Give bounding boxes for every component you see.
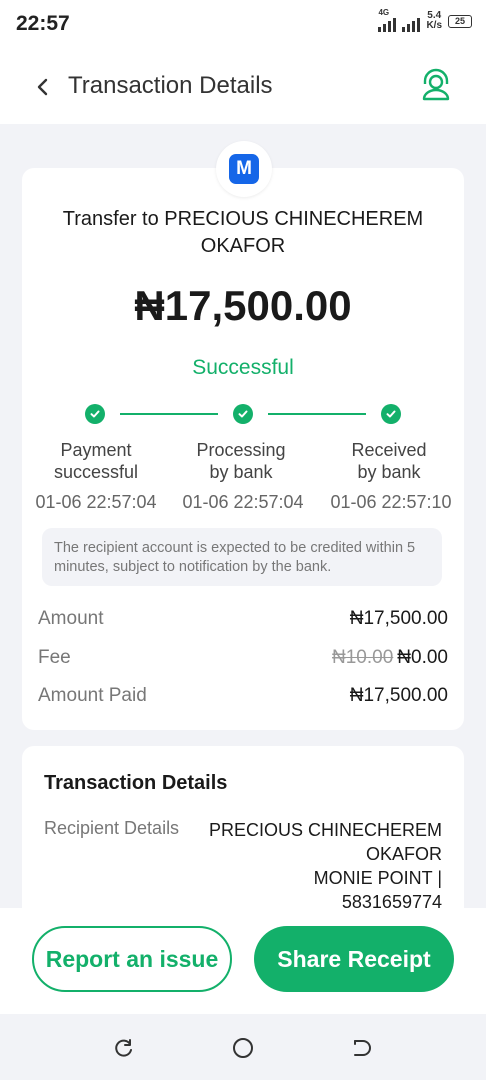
recipient-name: PRECIOUS CHINECHEREM OKAFOR	[208, 820, 442, 864]
report-issue-button[interactable]: Report an issue	[32, 926, 232, 992]
check-circle-icon	[233, 404, 253, 424]
fee-value: ₦0.00	[397, 647, 448, 668]
timeline-connector	[268, 413, 366, 415]
network-speed: 5.4 K/s	[426, 11, 442, 31]
timeline-connector	[120, 413, 218, 415]
step-label-line: Received	[351, 440, 427, 460]
fee-value-group: ₦10.00 ₦0.00	[332, 647, 448, 669]
fee-original: ₦10.00	[332, 647, 394, 668]
amount-paid-value: ₦17,500.00	[349, 685, 448, 706]
timeline-step-time: 01-06 22:57:04	[182, 492, 304, 512]
amount-row: Amount ₦17,500.00	[38, 608, 448, 630]
recipient-bank: MONIE POINT |	[313, 868, 442, 888]
timeline-step-label: Processing by bank	[166, 439, 316, 483]
signal-icon	[402, 16, 421, 32]
system-nav-bar	[0, 1014, 486, 1080]
step-label-line: successful	[53, 462, 139, 482]
battery-level: 25	[454, 15, 465, 26]
timeline-step-label: Received by bank	[314, 439, 464, 483]
timeline-step-label: Payment successful	[21, 439, 171, 483]
step-label-line: Payment	[60, 440, 132, 460]
bank-logo: M	[216, 141, 272, 197]
transfer-amount: ₦17,500.00	[134, 282, 352, 329]
home-icon[interactable]	[232, 1037, 254, 1059]
recipient-heading: Transfer to PRECIOUS CHINECHEREM OKAFOR	[62, 208, 424, 257]
amount-value: ₦17,500.00	[349, 608, 448, 629]
fee-row: Fee ₦10.00 ₦0.00	[38, 647, 448, 669]
share-receipt-button[interactable]: Share Receipt	[254, 926, 454, 992]
step-label-line: by bank	[209, 462, 273, 482]
amount-paid-row: Amount Paid ₦17,500.00	[38, 685, 448, 707]
network-type: 4G	[378, 8, 390, 17]
amount-label: Amount	[38, 608, 104, 629]
timeline-step-time: 01-06 22:57:10	[330, 492, 452, 512]
check-circle-icon	[85, 404, 105, 424]
recipient-details-value: PRECIOUS CHINECHEREM OKAFOR MONIE POINT …	[202, 818, 442, 914]
battery-icon: 25	[448, 14, 472, 28]
chevron-left-icon[interactable]	[32, 76, 54, 98]
recent-apps-icon[interactable]	[114, 1038, 134, 1058]
status-icons: 4G 5.4 K/s 25	[378, 8, 472, 32]
timeline-step-time: 01-06 22:57:04	[35, 492, 157, 512]
back-nav-icon[interactable]	[352, 1038, 372, 1058]
fee-label: Fee	[38, 647, 71, 668]
amount-paid-label: Amount Paid	[38, 685, 147, 706]
status-time: 22:57	[16, 12, 70, 35]
speed-unit: K/s	[426, 20, 442, 31]
moniepoint-logo: M	[229, 154, 259, 184]
signal-4g-icon: 4G	[378, 8, 397, 32]
recipient-details-label: Recipient Details	[44, 818, 180, 838]
status-text: Successful	[192, 356, 294, 379]
page-title: Transaction Details	[68, 72, 273, 99]
check-circle-icon	[381, 404, 401, 424]
credit-notice: The recipient account is expected to be …	[42, 528, 442, 586]
status-bar: 22:57 4G 5.4 K/s 25	[0, 0, 486, 50]
app-bar: Transaction Details	[0, 50, 486, 124]
step-label-line: Processing	[196, 440, 286, 460]
details-title: Transaction Details	[44, 772, 228, 794]
step-label-line: by bank	[357, 462, 421, 482]
headset-icon[interactable]	[420, 68, 452, 102]
